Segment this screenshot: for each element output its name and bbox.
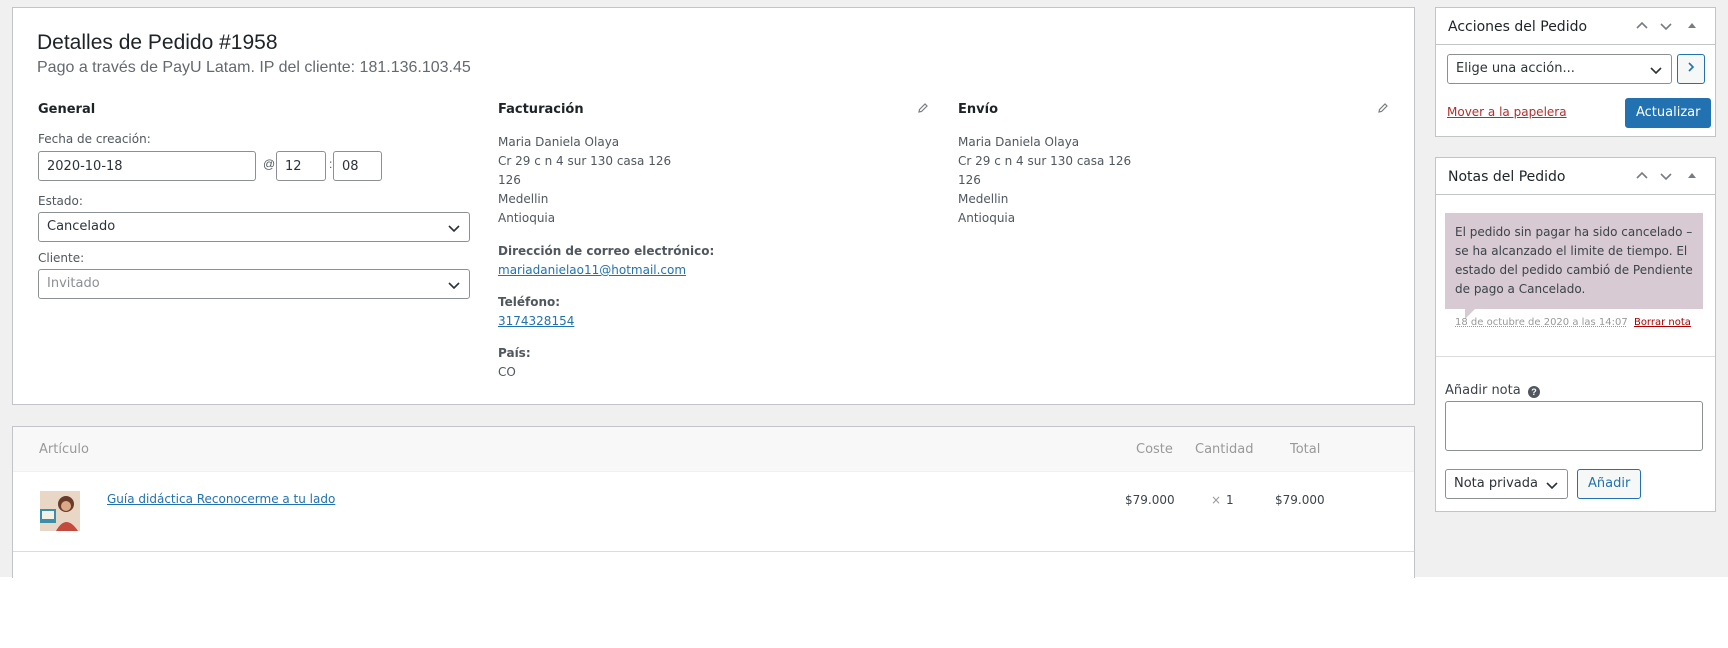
note-type-value: Nota privada <box>1454 476 1538 491</box>
notes-box-title: Notas del Pedido <box>1448 169 1566 185</box>
general-column: General <box>38 102 95 117</box>
collapse-triangle-icon[interactable] <box>1684 168 1700 184</box>
item-total: $79.000 <box>1275 493 1325 507</box>
billing-address-line: Antioquia <box>498 211 556 225</box>
items-header: Artículo Coste Cantidad Total <box>13 427 1414 472</box>
billing-heading: Facturación <box>498 102 584 117</box>
collapse-triangle-icon[interactable] <box>1684 18 1700 34</box>
shipping-address-line: Medellin <box>958 192 1009 206</box>
note-textarea[interactable] <box>1445 401 1703 451</box>
colon-separator: : <box>329 157 333 171</box>
edit-shipping-pencil-icon[interactable] <box>1377 102 1389 114</box>
general-heading: General <box>38 102 96 117</box>
chevron-down-icon[interactable] <box>1658 168 1674 184</box>
shipping-address-line: 126 <box>958 173 981 187</box>
customer-label: Cliente: <box>38 251 85 265</box>
phone-link[interactable]: 3174328154 <box>498 314 574 328</box>
chevron-down-icon <box>448 225 460 233</box>
email-link[interactable]: mariadanielao11@hotmail.com <box>498 263 686 277</box>
status-value: Cancelado <box>47 219 116 234</box>
chevron-down-icon <box>1546 482 1558 490</box>
order-title: Detalles de Pedido #1958 <box>37 31 278 54</box>
order-items-panel: Artículo Coste Cantidad Total Guía didác… <box>12 426 1415 578</box>
apply-action-button[interactable] <box>1677 54 1705 84</box>
add-note-label: Añadir nota <box>1445 383 1521 398</box>
country-value: CO <box>498 365 516 379</box>
item-qty: 1 <box>1226 493 1234 507</box>
note-content: El pedido sin pagar ha sido cancelado – … <box>1445 213 1703 309</box>
minute-input[interactable]: 08 <box>333 151 382 181</box>
status-label: Estado: <box>38 194 83 208</box>
at-separator: @ <box>263 157 276 171</box>
billing-address: Maria Daniela Olaya Cr 29 c n 4 sur 130 … <box>498 133 671 228</box>
actions-box-header: Acciones del Pedido <box>1436 8 1715 45</box>
edit-billing-pencil-icon[interactable] <box>917 102 929 114</box>
shipping-address-line: Antioquia <box>958 211 1016 225</box>
delete-note-link[interactable]: Borrar nota <box>1634 317 1691 328</box>
date-input[interactable]: 2020-10-18 <box>38 151 256 181</box>
help-icon[interactable]: ? <box>1528 386 1540 398</box>
notes-box-header: Notas del Pedido <box>1436 158 1715 195</box>
note-type-select[interactable]: Nota privada <box>1445 469 1568 499</box>
qty-times: × <box>1211 493 1222 507</box>
order-action-value: Elige una acción... <box>1456 61 1575 76</box>
note-meta: 18 de octubre de 2020 a las 14:07 Borrar… <box>1455 317 1691 328</box>
items-divider <box>13 551 1414 552</box>
billing-address-line: Medellin <box>498 192 549 206</box>
billing-address-line: 126 <box>498 173 521 187</box>
hour-input[interactable]: 12 <box>276 151 326 181</box>
date-label: Fecha de creación: <box>38 132 151 146</box>
order-notes-box: Notas del Pedido El pedido sin pagar ha … <box>1435 157 1716 512</box>
chevron-right-icon <box>1688 62 1695 72</box>
shipping-address: Maria Daniela Olaya Cr 29 c n 4 sur 130 … <box>958 133 1131 228</box>
chevron-down-icon <box>448 282 460 290</box>
header-cost: Coste <box>1136 442 1173 457</box>
header-total: Total <box>1290 442 1321 457</box>
chevron-down-icon[interactable] <box>1658 18 1674 34</box>
item-cost: $79.000 <box>1125 493 1175 507</box>
phone-label: Teléfono: <box>498 295 561 309</box>
chevron-up-icon[interactable] <box>1634 18 1650 34</box>
order-actions-box: Acciones del Pedido Elige una acción... … <box>1435 7 1716 137</box>
order-action-select[interactable]: Elige una acción... <box>1447 54 1672 84</box>
shipping-column: Envío <box>958 102 998 117</box>
email-label: Dirección de correo electrónico: <box>498 244 715 258</box>
note-item: El pedido sin pagar ha sido cancelado – … <box>1436 196 1715 336</box>
header-item: Artículo <box>39 442 89 457</box>
chevron-up-icon[interactable] <box>1634 168 1650 184</box>
billing-address-line: Cr 29 c n 4 sur 130 casa 126 <box>498 154 672 168</box>
chevron-down-icon <box>1650 67 1662 75</box>
billing-address-line: Maria Daniela Olaya <box>498 135 620 149</box>
product-thumbnail <box>40 491 80 531</box>
header-qty: Cantidad <box>1195 442 1254 457</box>
add-note-button[interactable]: Añadir <box>1577 469 1642 499</box>
status-select[interactable]: Cancelado <box>38 212 470 242</box>
note-date: 18 de octubre de 2020 a las 14:07 <box>1455 317 1628 328</box>
move-to-trash-link[interactable]: Mover a la papelera <box>1447 105 1567 119</box>
shipping-address-line: Cr 29 c n 4 sur 130 casa 126 <box>958 154 1132 168</box>
order-data-panel: Detalles de Pedido #1958 Pago a través d… <box>12 7 1415 405</box>
customer-select[interactable]: Invitado <box>38 269 470 299</box>
product-link[interactable]: Guía didáctica Reconocerme a tu lado <box>107 492 335 506</box>
shipping-heading: Envío <box>958 102 998 117</box>
actions-box-title: Acciones del Pedido <box>1448 19 1588 35</box>
notes-divider <box>1436 356 1715 357</box>
customer-value: Invitado <box>47 276 100 291</box>
order-subtitle: Pago a través de PayU Latam. IP del clie… <box>37 59 471 76</box>
billing-column: Facturación <box>498 102 584 117</box>
update-button[interactable]: Actualizar <box>1625 98 1712 128</box>
shipping-address-line: Maria Daniela Olaya <box>958 135 1080 149</box>
country-label: País: <box>498 346 531 360</box>
